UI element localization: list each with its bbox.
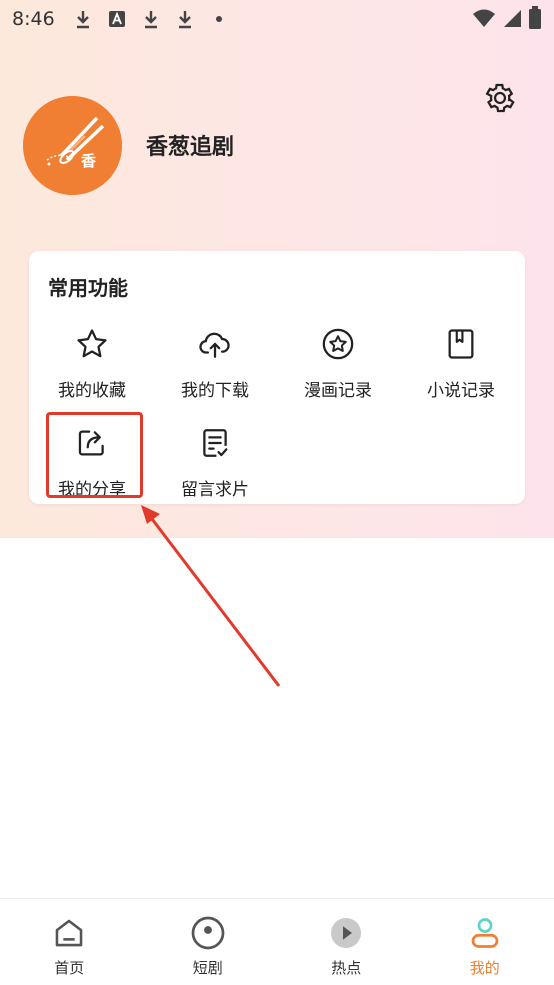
star-circle-icon	[320, 326, 356, 362]
function-label: 漫画记录	[304, 381, 372, 401]
status-time: 8:46	[12, 8, 55, 30]
favorites-button[interactable]: 我的收藏	[37, 322, 147, 402]
home-icon	[51, 915, 87, 951]
battery-icon	[528, 6, 542, 34]
book-icon	[443, 326, 479, 362]
avatar[interactable]: 香	[23, 96, 122, 195]
note-check-icon	[197, 425, 233, 461]
cloud-upload-icon	[197, 326, 233, 362]
nav-label: 热点	[331, 959, 362, 977]
nav-label: 短剧	[192, 959, 223, 977]
nav-label: 首页	[54, 959, 85, 977]
download-icon	[141, 8, 161, 30]
function-label: 我的下载	[181, 381, 249, 401]
function-label: 留言求片	[181, 480, 249, 500]
gear-icon	[483, 81, 517, 119]
nav-short-drama[interactable]: 短剧	[139, 899, 278, 985]
highlight-box	[46, 412, 143, 498]
download-icon	[175, 8, 195, 30]
settings-button[interactable]	[480, 80, 520, 120]
download-icon	[73, 8, 93, 30]
status-bar: 8:46	[0, 0, 554, 38]
nav-home[interactable]: 首页	[0, 899, 139, 985]
request-movie-button[interactable]: 留言求片	[160, 421, 270, 501]
dot-icon	[209, 8, 229, 30]
function-label: 小说记录	[427, 381, 495, 401]
user-icon	[467, 915, 503, 951]
disc-icon	[190, 915, 226, 951]
app-name: 香葱追剧	[146, 135, 235, 160]
play-circle-icon	[328, 915, 364, 951]
wifi-icon	[472, 8, 496, 32]
downloads-button[interactable]: 我的下载	[160, 322, 270, 402]
card-title: 常用功能	[48, 276, 128, 300]
nav-label: 我的	[469, 959, 500, 977]
nav-hot[interactable]: 热点	[277, 899, 416, 985]
comic-history-button[interactable]: 漫画记录	[283, 322, 393, 402]
nav-mine[interactable]: 我的	[416, 899, 554, 985]
function-label: 我的收藏	[58, 381, 126, 401]
novel-history-button[interactable]: 小说记录	[406, 322, 516, 402]
a-icon	[107, 8, 127, 30]
star-icon	[74, 326, 110, 362]
signal-icon	[502, 8, 522, 32]
avatar-text: 香	[81, 152, 96, 170]
bottom-navigation: 首页 短剧 热点 我的	[0, 898, 554, 985]
